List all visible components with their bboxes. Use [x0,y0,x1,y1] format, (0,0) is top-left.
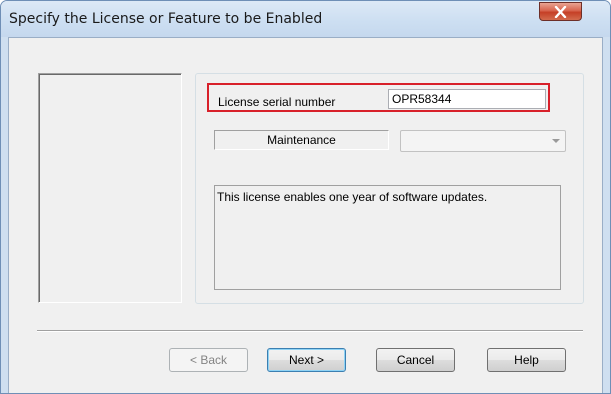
dialog-window: Specify the License or Feature to be Ena… [0,0,611,394]
title-bar[interactable]: Specify the License or Feature to be Ena… [1,1,610,37]
cancel-button[interactable]: Cancel [376,348,455,372]
next-button[interactable]: Next > [267,348,346,372]
help-button[interactable]: Help [487,348,566,372]
window-title: Specify the License or Feature to be Ena… [9,11,323,27]
close-x-icon [554,6,567,18]
dialog-body: License serial number Maintenance This l… [8,37,603,393]
serial-number-label: License serial number [218,95,336,109]
serial-number-input[interactable] [388,89,546,109]
image-panel [38,73,182,303]
back-button[interactable]: < Back [169,348,248,372]
license-description: This license enables one year of softwar… [214,185,561,290]
close-button[interactable] [539,2,582,21]
button-separator [37,330,583,332]
feature-name-label: Maintenance [214,130,389,150]
feature-select[interactable] [400,130,566,152]
chevron-down-icon [552,139,560,143]
